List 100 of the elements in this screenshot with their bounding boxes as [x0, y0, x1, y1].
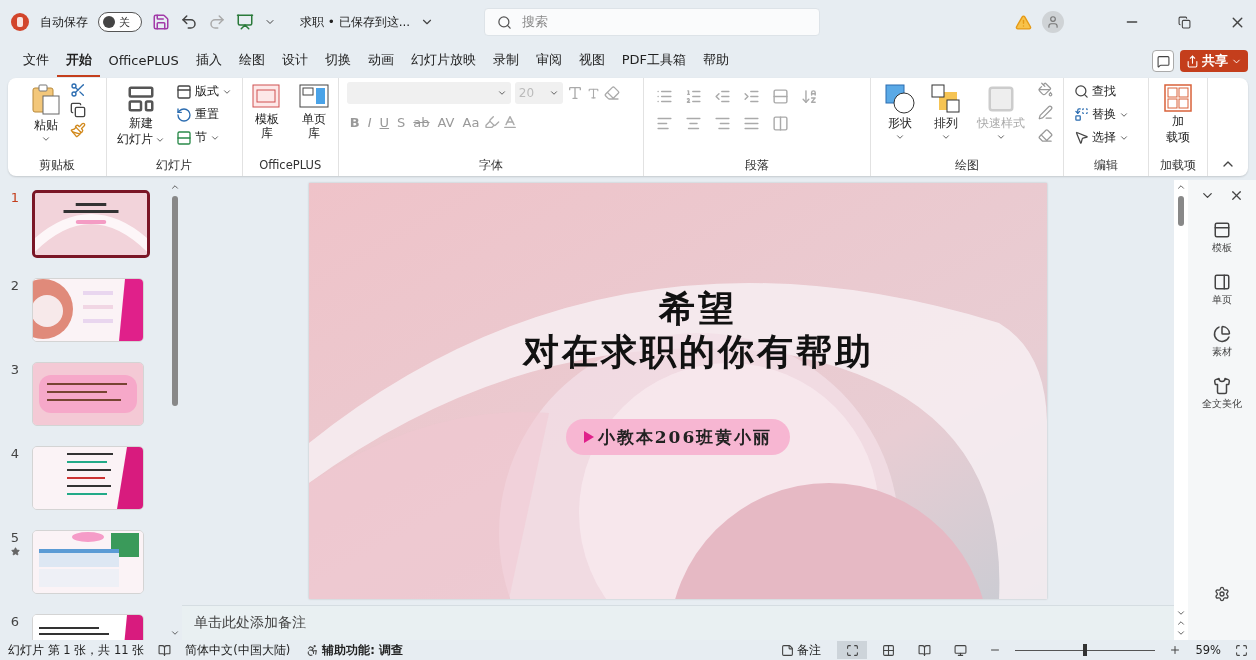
decrease-indent-icon[interactable] [713, 88, 731, 105]
presentation-icon[interactable] [236, 13, 254, 31]
menu-tab[interactable]: 幻灯片放映 [402, 45, 485, 77]
grid-icon [881, 643, 895, 657]
single-page-library-button[interactable]: 单页库 [293, 82, 334, 143]
menu-tab[interactable]: 插入 [187, 45, 231, 77]
layout-button[interactable]: 版式 [174, 82, 235, 101]
slide-thumbnail[interactable] [32, 190, 150, 258]
zoom-slider-thumb[interactable] [1083, 644, 1088, 656]
shrink-font-icon[interactable] [586, 86, 600, 100]
account-avatar-icon[interactable] [1042, 11, 1064, 33]
menu-tab[interactable]: 绘图 [230, 45, 274, 77]
autosave-toggle[interactable]: 关 [98, 12, 142, 32]
outline-icon[interactable] [1037, 105, 1053, 120]
menu-tab[interactable]: OfficePLUS [100, 46, 188, 76]
template-library-button[interactable]: 模板库 [246, 82, 288, 143]
fit-to-window-icon[interactable] [1235, 643, 1248, 657]
menu-tab[interactable]: 动画 [359, 45, 403, 77]
increase-indent-icon[interactable] [742, 88, 760, 105]
font-color-icon[interactable] [502, 114, 519, 130]
scroll-up-icon[interactable] [170, 182, 180, 192]
align-left-icon[interactable] [655, 115, 673, 132]
scroll-up-icon[interactable] [1176, 182, 1186, 192]
layout-icon [176, 83, 193, 100]
close-icon[interactable] [1229, 188, 1244, 203]
reset-button[interactable]: 重置 [174, 105, 235, 124]
app-logo-icon [10, 12, 30, 32]
pie-chart-icon [1213, 325, 1231, 343]
comments-button[interactable] [1152, 50, 1174, 72]
align-center-icon[interactable] [684, 115, 702, 132]
numbering-icon[interactable] [684, 88, 702, 105]
menu-tab[interactable]: 录制 [484, 45, 528, 77]
notes-icon [781, 643, 795, 657]
menu-tab[interactable]: 设计 [273, 45, 317, 77]
notes-button[interactable]: 备注 [779, 641, 824, 659]
new-slide-icon [126, 84, 157, 114]
new-slide-button[interactable]: 新建 幻灯片 [114, 82, 169, 149]
side-pane-item[interactable]: 素材 [1212, 325, 1232, 359]
warning-icon[interactable] [1015, 13, 1032, 31]
menu-tab[interactable]: 帮助 [694, 45, 738, 77]
menu-tab[interactable]: 切换 [316, 45, 360, 77]
menu-tab[interactable]: 文件 [14, 45, 57, 77]
slide-number: 2 [10, 278, 20, 293]
effects-icon[interactable] [1037, 128, 1053, 143]
font-name-field[interactable] [346, 82, 511, 104]
drawing-tool-button[interactable]: 形状 [881, 82, 918, 145]
scrollbar-thumb[interactable] [1178, 196, 1184, 226]
reset-icon [176, 106, 193, 123]
highlight-icon[interactable] [484, 114, 501, 130]
add-ins-button[interactable]: 加 载项 [1160, 82, 1195, 147]
side-pane-item[interactable]: 单页 [1212, 273, 1232, 307]
restore-icon[interactable] [1178, 15, 1191, 29]
fill-icon[interactable] [1037, 82, 1053, 97]
scrollbar-thumb[interactable] [172, 196, 178, 406]
settings-icon[interactable] [1214, 586, 1230, 602]
paste-button[interactable]: 粘贴 [28, 82, 64, 147]
slide-canvas[interactable]: 希望 对在求职的你有帮助 小教本206班黄小丽 [309, 183, 1047, 599]
share-button[interactable]: 共享 [1180, 50, 1248, 72]
find-button[interactable]: 查找 [1072, 82, 1144, 101]
menu-tab[interactable]: 视图 [570, 45, 614, 77]
columns-icon[interactable] [771, 115, 789, 132]
save-icon[interactable] [152, 13, 170, 31]
slide-title: 希望 [659, 287, 737, 331]
drawing-tool-button[interactable]: 排列 [927, 82, 964, 145]
group-label: 剪贴板 [39, 158, 75, 172]
zoom-level[interactable]: 59% [1195, 643, 1221, 657]
bullets-icon[interactable] [655, 88, 673, 105]
scroll-down-icon[interactable] [1176, 608, 1186, 618]
menu-tab[interactable]: 审阅 [527, 45, 571, 77]
copy-icon[interactable] [70, 102, 86, 118]
align-right-icon[interactable] [713, 115, 731, 132]
search-field[interactable]: 搜索 [484, 8, 821, 36]
arrange-icon [930, 84, 961, 114]
redo-icon[interactable] [208, 13, 226, 31]
line-spacing-icon[interactable] [771, 88, 789, 105]
language[interactable]: 简体中文(中国大陆) [185, 642, 291, 658]
accessibility-button[interactable]: 辅助功能: 调查 [304, 641, 405, 659]
clear-format-icon[interactable] [603, 85, 620, 101]
grow-font-icon[interactable] [566, 85, 583, 101]
section-button[interactable]: 节 [174, 128, 235, 147]
view-button[interactable] [837, 641, 868, 659]
previous-slide-icon[interactable] [1176, 618, 1186, 628]
side-pane-item[interactable]: 模板 [1212, 221, 1232, 255]
menu-tab[interactable]: PDF工具箱 [613, 45, 695, 77]
zoom-in-icon[interactable] [1169, 644, 1182, 656]
book-icon[interactable] [158, 643, 172, 657]
scroll-down-icon[interactable] [170, 628, 180, 638]
editor-scrollbar[interactable] [1174, 180, 1188, 640]
caret-icon [496, 88, 507, 98]
subtitle: 小教本206班黄小丽 [597, 425, 773, 449]
replace-button[interactable]: 替换 [1072, 105, 1144, 124]
justify-icon[interactable] [742, 115, 760, 132]
next-slide-icon[interactable] [1176, 628, 1186, 638]
side-pane-item[interactable]: 全文美化 [1202, 377, 1242, 411]
document-title[interactable]: 求职 • 已保存到这... [300, 13, 411, 31]
undo-icon[interactable] [180, 13, 198, 31]
select-button[interactable]: 选择 [1072, 128, 1144, 147]
cut-icon[interactable] [70, 82, 86, 98]
text-direction-icon[interactable] [800, 88, 818, 105]
slide-number: 1 [10, 190, 20, 205]
